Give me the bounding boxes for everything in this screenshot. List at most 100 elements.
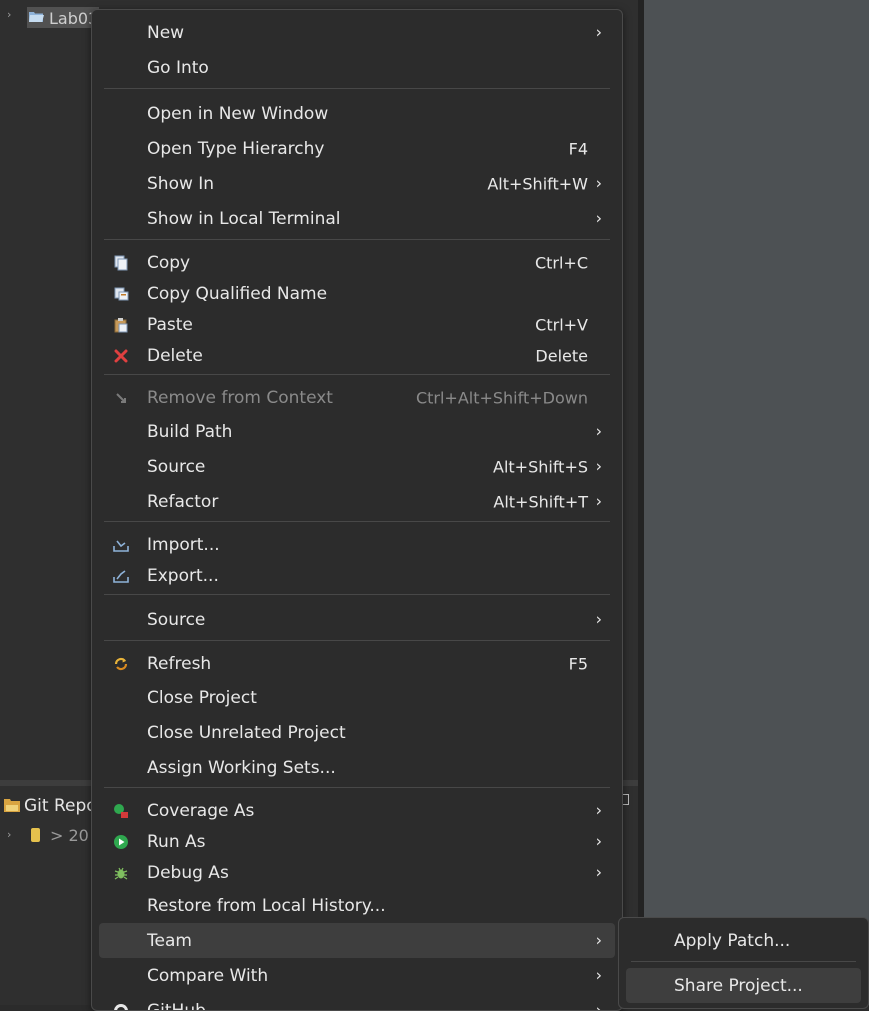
menu-item-compare-with[interactable]: Compare With ›: [92, 958, 622, 993]
menu-item-remove-from-context: Remove from Context Ctrl+Alt+Shift+Down: [92, 381, 622, 414]
submenu-arrow-icon: ›: [596, 421, 602, 440]
expand-chevron-icon[interactable]: ›: [7, 8, 11, 21]
submenu-arrow-icon: ›: [596, 208, 602, 227]
menu-item-shortcut: Alt+Shift+S: [493, 457, 588, 476]
menu-item-copy[interactable]: Copy Ctrl+C: [92, 247, 622, 278]
menu-item-run-as[interactable]: Run As ›: [92, 826, 622, 857]
debug-icon: [113, 865, 129, 881]
git-repositories-icon: [4, 796, 20, 812]
menu-item-github[interactable]: GitHub ›: [92, 993, 622, 1011]
menu-item-label: Debug As: [147, 863, 229, 883]
menu-item-label: Show in Local Terminal: [147, 209, 340, 229]
menu-item-show-in-local-terminal[interactable]: Show in Local Terminal ›: [92, 201, 622, 236]
submenu-arrow-icon: ›: [596, 456, 602, 475]
menu-item-assign-working-sets[interactable]: Assign Working Sets...: [92, 750, 622, 785]
menu-item-label: Close Project: [147, 688, 257, 708]
menu-item-label: Open Type Hierarchy: [147, 139, 324, 159]
menu-item-label: Apply Patch...: [674, 931, 790, 951]
refresh-icon: [113, 656, 129, 672]
repository-label[interactable]: > 20: [50, 826, 89, 845]
menu-item-shortcut: Ctrl+V: [535, 315, 588, 334]
menu-item-refresh[interactable]: Refresh F5: [92, 647, 622, 680]
menu-item-import[interactable]: Import...: [92, 529, 622, 560]
menu-item-label: Coverage As: [147, 801, 254, 821]
menu-separator: [104, 374, 610, 375]
expand-chevron-icon[interactable]: ›: [7, 828, 11, 841]
menu-item-label: Remove from Context: [147, 388, 333, 408]
menu-item-refactor[interactable]: Refactor Alt+Shift+T ›: [92, 484, 622, 519]
menu-item-label: Copy: [147, 253, 190, 273]
menu-item-team[interactable]: Team ›: [92, 923, 622, 958]
menu-item-label: Close Unrelated Project: [147, 723, 346, 743]
menu-separator: [104, 88, 610, 89]
menu-separator: [104, 594, 610, 595]
copy-icon: [113, 255, 129, 271]
submenu-arrow-icon: ›: [596, 173, 602, 192]
menu-item-label: Delete: [147, 346, 203, 366]
menu-item-shortcut: Alt+Shift+T: [493, 492, 588, 511]
menu-item-label: Paste: [147, 315, 193, 335]
menu-separator: [104, 787, 610, 788]
github-icon: [113, 1003, 129, 1011]
menu-item-label: Show In: [147, 174, 214, 194]
menu-item-close-project[interactable]: Close Project: [92, 680, 622, 715]
menu-item-shortcut: Ctrl+C: [535, 253, 588, 272]
context-menu: New › Go Into Open in New Window Open Ty…: [91, 9, 623, 1011]
menu-item-show-in[interactable]: Show In Alt+Shift+W ›: [92, 166, 622, 201]
menu-item-shortcut: F5: [569, 654, 588, 673]
menu-item-source[interactable]: Source Alt+Shift+S ›: [92, 449, 622, 484]
menu-separator: [104, 521, 610, 522]
menu-item-label: Compare With: [147, 966, 268, 986]
menu-item-label: Team: [147, 931, 192, 951]
menu-item-label: Share Project...: [674, 976, 803, 996]
copy-qualified-name-icon: [113, 286, 129, 302]
menu-item-label: Refresh: [147, 654, 211, 674]
submenu-arrow-icon: ›: [596, 831, 602, 850]
submenu-arrow-icon: ›: [596, 965, 602, 984]
menu-item-apply-patch[interactable]: Apply Patch...: [619, 923, 868, 958]
menu-item-export[interactable]: Export...: [92, 560, 622, 591]
submenu-arrow-icon: ›: [596, 800, 602, 819]
menu-item-label: Refactor: [147, 492, 218, 512]
team-submenu: Apply Patch... Share Project...: [618, 917, 869, 1009]
menu-item-copy-qualified-name[interactable]: Copy Qualified Name: [92, 278, 622, 309]
menu-item-label: Run As: [147, 832, 206, 852]
menu-item-label: Open in New Window: [147, 104, 328, 124]
project-tree-item[interactable]: Lab03: [27, 7, 99, 28]
menu-item-build-path[interactable]: Build Path ›: [92, 414, 622, 449]
menu-item-paste[interactable]: Paste Ctrl+V: [92, 309, 622, 340]
remove-from-context-icon: [113, 390, 129, 406]
menu-item-label: Source: [147, 610, 205, 630]
menu-item-shortcut: Alt+Shift+W: [487, 174, 588, 193]
menu-item-close-unrelated-project[interactable]: Close Unrelated Project: [92, 715, 622, 750]
editor-area: [644, 0, 869, 1005]
paste-icon: [113, 317, 129, 333]
run-icon: [113, 834, 129, 850]
menu-separator: [104, 239, 610, 240]
submenu-arrow-icon: ›: [596, 930, 602, 949]
menu-item-coverage-as[interactable]: Coverage As ›: [92, 795, 622, 826]
menu-item-label: Copy Qualified Name: [147, 284, 327, 304]
menu-separator: [631, 961, 856, 962]
menu-item-label: Source: [147, 457, 205, 477]
menu-item-restore-from-local-history[interactable]: Restore from Local History...: [92, 888, 622, 923]
export-icon: [113, 568, 129, 584]
menu-item-source-2[interactable]: Source ›: [92, 602, 622, 637]
menu-item-go-into[interactable]: Go Into: [92, 50, 622, 85]
menu-item-open-type-hierarchy[interactable]: Open Type Hierarchy F4: [92, 131, 622, 166]
project-folder-icon: [29, 10, 44, 23]
menu-item-new[interactable]: New ›: [92, 15, 622, 50]
menu-item-share-project[interactable]: Share Project...: [619, 968, 868, 1003]
menu-item-label: Export...: [147, 566, 219, 586]
menu-item-label: Assign Working Sets...: [147, 758, 336, 778]
menu-item-open-in-new-window[interactable]: Open in New Window: [92, 96, 622, 131]
menu-item-debug-as[interactable]: Debug As ›: [92, 857, 622, 888]
coverage-icon: [113, 803, 129, 819]
menu-item-delete[interactable]: Delete Delete: [92, 340, 622, 371]
submenu-arrow-icon: ›: [596, 862, 602, 881]
menu-item-label: GitHub: [147, 1001, 206, 1011]
menu-item-label: Build Path: [147, 422, 232, 442]
menu-item-shortcut: Delete: [535, 346, 588, 365]
menu-item-shortcut: Ctrl+Alt+Shift+Down: [416, 388, 588, 407]
menu-separator: [104, 640, 610, 641]
